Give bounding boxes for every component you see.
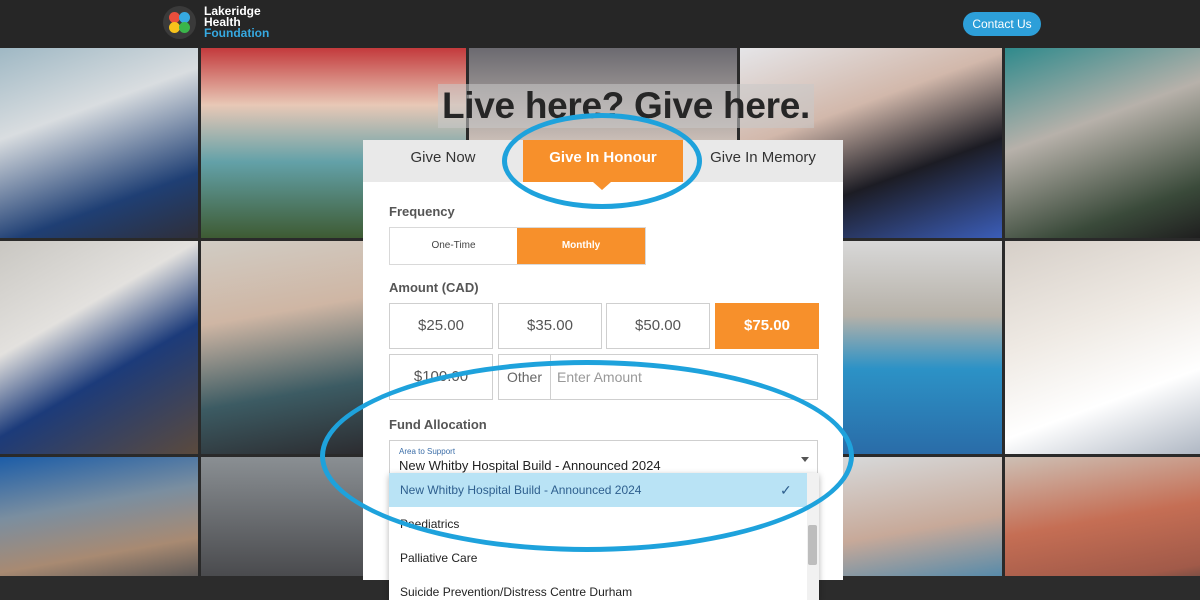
tab-give-in-memory[interactable]: Give In Memory xyxy=(683,140,843,182)
frequency-one-time[interactable]: One-Time xyxy=(390,228,517,264)
other-amount-input[interactable]: Enter Amount xyxy=(557,355,642,399)
checkmark-icon: ✓ xyxy=(780,482,792,498)
amount-option-25[interactable]: $25.00 xyxy=(389,303,493,349)
chevron-down-icon[interactable] xyxy=(801,457,809,462)
logo-line-3: Foundation xyxy=(204,26,270,40)
fund-option-suicide-prevention[interactable]: Suicide Prevention/Distress Centre Durha… xyxy=(389,575,807,600)
dropdown-scrollbar-thumb[interactable] xyxy=(808,525,817,565)
fund-option-palliative-care[interactable]: Palliative Care xyxy=(389,541,807,575)
other-amount-label: Other xyxy=(499,355,551,399)
foundation-logo[interactable]: Lakeridge Health Foundation xyxy=(163,5,270,40)
photo-lab-technician xyxy=(1005,241,1200,454)
area-to-support-label: Area to Support xyxy=(399,447,456,456)
amount-option-75[interactable]: $75.00 xyxy=(715,303,819,349)
frequency-toggle: One-Time Monthly xyxy=(389,227,646,265)
logo-text: Lakeridge Health Foundation xyxy=(204,5,270,40)
tab-give-now[interactable]: Give Now xyxy=(363,140,523,182)
frequency-label: Frequency xyxy=(389,204,455,219)
photo-doctors-group xyxy=(0,48,198,238)
other-amount-field: Other Enter Amount xyxy=(498,354,818,400)
fund-option-paediatrics[interactable]: Paediatrics xyxy=(389,507,807,541)
frequency-monthly[interactable]: Monthly xyxy=(517,228,645,264)
active-tab-caret xyxy=(593,182,611,190)
fund-allocation-label: Fund Allocation xyxy=(389,417,487,432)
logo-icon xyxy=(163,6,196,39)
area-to-support-value: New Whitby Hospital Build - Announced 20… xyxy=(399,458,661,473)
fund-option-label: New Whitby Hospital Build - Announced 20… xyxy=(400,483,642,497)
top-navigation-bar: Lakeridge Health Foundation Contact Us xyxy=(0,0,1200,48)
fund-option-whitby-hospital[interactable]: New Whitby Hospital Build - Announced 20… xyxy=(389,473,807,507)
photo-volunteers xyxy=(201,241,364,454)
amount-option-50[interactable]: $50.00 xyxy=(606,303,710,349)
amount-label: Amount (CAD) xyxy=(389,280,479,295)
amount-option-100[interactable]: $100.00 xyxy=(389,354,493,400)
fund-options-dropdown: New Whitby Hospital Build - Announced 20… xyxy=(389,473,819,600)
photo-nurse-with-child xyxy=(1005,48,1200,238)
area-to-support-select[interactable]: Area to Support New Whitby Hospital Buil… xyxy=(389,440,818,476)
contact-us-button[interactable]: Contact Us xyxy=(963,12,1041,36)
photo-patient-bp-check xyxy=(0,241,198,454)
tab-give-in-honour[interactable]: Give In Honour xyxy=(523,140,683,182)
amount-option-35[interactable]: $35.00 xyxy=(498,303,602,349)
photo-staff-gowns xyxy=(843,241,1002,454)
donation-type-tabs: Give Now Give In Honour Give In Memory xyxy=(363,140,843,182)
page-headline: Live here? Give here. xyxy=(438,84,814,128)
